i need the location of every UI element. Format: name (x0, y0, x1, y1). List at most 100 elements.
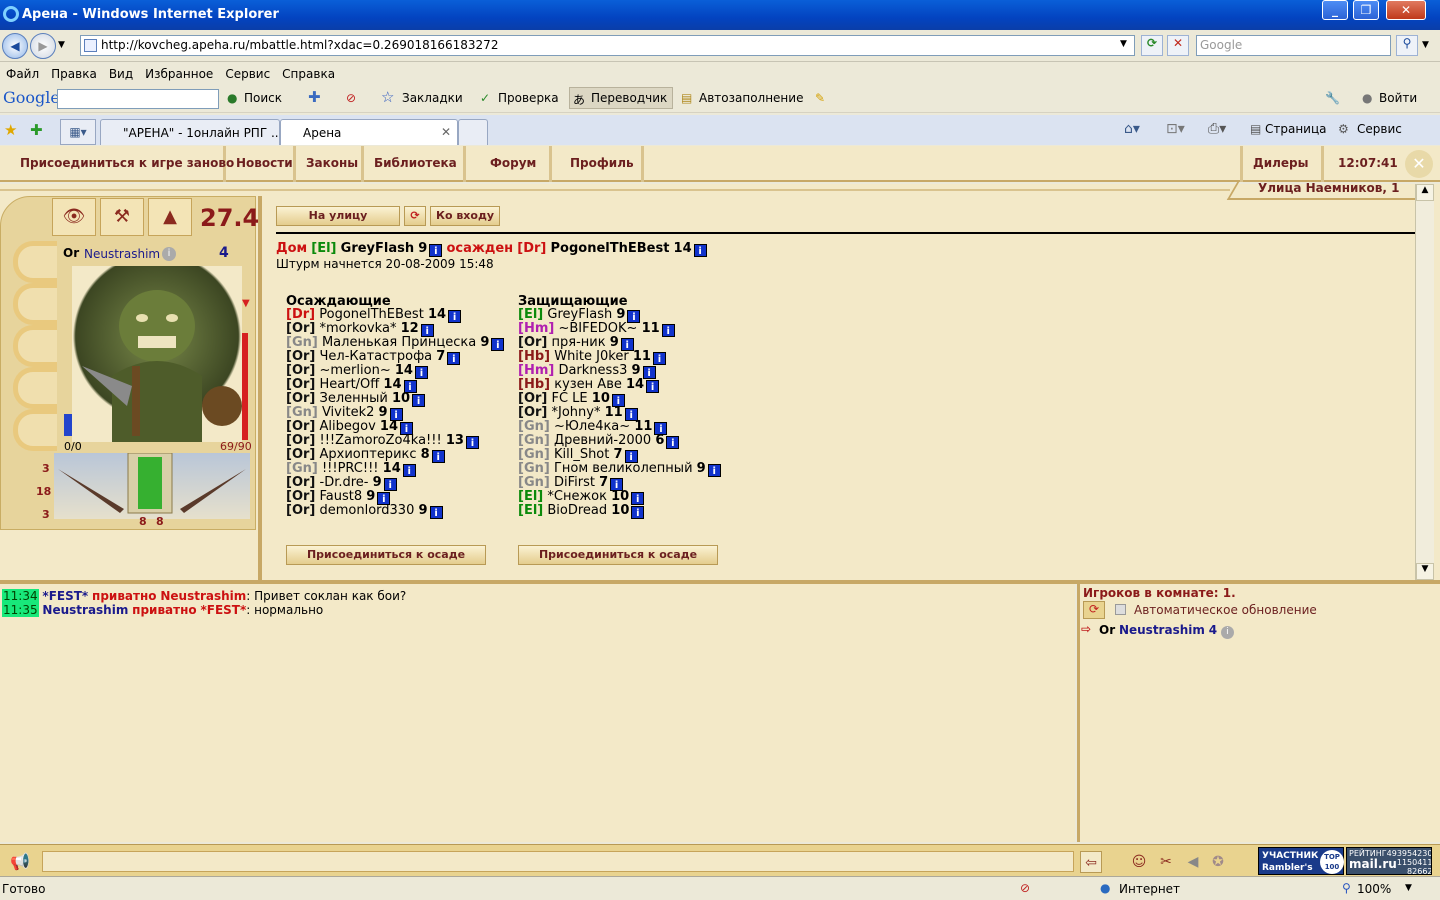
slot-ring[interactable] (13, 241, 57, 283)
chat-from[interactable]: *FEST* (42, 589, 88, 603)
menu-favorites[interactable]: Избранное (139, 63, 219, 81)
join-attack-button[interactable]: Присоединиться к осаде (286, 545, 486, 565)
google-search-input[interactable] (57, 89, 219, 109)
wrench-icon[interactable]: 🔧 (1325, 91, 1340, 105)
player-name[interactable]: Древний-2000 (554, 433, 651, 448)
main-scrollbar[interactable]: ▲ ▼ (1415, 184, 1434, 580)
info-icon[interactable]: i (431, 450, 445, 463)
menu-help[interactable]: Справка (276, 63, 341, 81)
player-name[interactable]: *Снежок (547, 489, 607, 504)
player-name[interactable]: Чел-Катастрофа (320, 349, 433, 364)
print-icon[interactable]: ⎙▾ (1208, 121, 1226, 137)
player-name[interactable]: demonlord330 (320, 503, 415, 518)
player-name[interactable]: -Dr.dre- (320, 475, 369, 490)
info-icon[interactable]: i (465, 436, 479, 449)
info-icon[interactable]: i (429, 244, 443, 257)
info-icon[interactable]: i (491, 338, 505, 351)
info-icon[interactable]: i (631, 506, 645, 519)
minimize-button[interactable]: _ (1322, 0, 1348, 20)
info-icon[interactable]: i (707, 464, 721, 477)
chat-to[interactable]: Neustrashim (160, 589, 246, 603)
history-dropdown-icon[interactable]: ▼ (58, 40, 65, 50)
rambler-badge[interactable]: УЧАСТНИК Rambler's TOP 100 (1258, 847, 1344, 875)
send-arrow-icon[interactable]: ⇦ (1080, 851, 1102, 873)
room-player-info-icon[interactable]: i (1220, 626, 1234, 639)
player-name[interactable]: Архиоптерикс (320, 447, 417, 462)
zoom-icon[interactable]: ⚲ (1342, 881, 1351, 895)
attacker-name[interactable]: PogonelThEBest (551, 241, 670, 256)
privacy-icon[interactable]: ⊘ (1020, 881, 1030, 895)
player-name[interactable]: White J0ker (554, 349, 628, 364)
url-dropdown-icon[interactable]: ▼ (1120, 39, 1127, 49)
nav-laws[interactable]: Законы (296, 146, 364, 182)
player-name[interactable]: ~Юле4ка~ (554, 419, 630, 434)
player-name[interactable]: Гном великолепный (554, 461, 693, 476)
player-name[interactable]: Alibegov (320, 419, 376, 434)
info-icon[interactable]: i (661, 324, 675, 337)
tab-arena[interactable]: Арена ✕ (280, 119, 458, 145)
bookmarks-button[interactable]: Закладки (402, 91, 463, 105)
close-button[interactable]: ✕ (1386, 0, 1426, 20)
forward-button[interactable]: ▶ (30, 33, 56, 59)
character-name[interactable]: Neustrashim (84, 247, 160, 261)
zoom-dropdown-icon[interactable]: ▼ (1405, 883, 1412, 893)
slot-ring[interactable] (13, 325, 57, 367)
info-icon[interactable]: i (666, 436, 680, 449)
info-icon[interactable]: i (414, 366, 428, 379)
info-icon[interactable]: i (402, 464, 416, 477)
add-favorite-icon[interactable]: ✚ (30, 121, 43, 139)
back-button[interactable]: ◀ (2, 33, 28, 59)
nav-dealers[interactable]: Дилеры (1240, 146, 1324, 182)
slot-ring[interactable] (13, 409, 57, 451)
nav-profile[interactable]: Профиль (552, 146, 644, 182)
new-tab-button[interactable] (458, 119, 488, 145)
player-name[interactable]: ~BIFEDOK~ (558, 321, 637, 336)
zoom-level[interactable]: 100% (1357, 882, 1391, 896)
player-name[interactable]: Heart/Off (320, 377, 380, 392)
slot-ring[interactable] (13, 367, 57, 409)
menu-tools[interactable]: Сервис (219, 63, 276, 81)
check-button[interactable]: Проверка (498, 91, 559, 105)
home-icon[interactable]: ⌂▾ (1124, 121, 1140, 137)
player-name[interactable]: Зеленный (320, 391, 388, 406)
player-name[interactable]: BioDread (547, 503, 607, 518)
player-name[interactable]: Vivitek2 (322, 405, 374, 420)
chat-to[interactable]: *FEST* (200, 603, 246, 617)
nav-rejoin[interactable]: Присоединиться к игре заново (10, 146, 234, 182)
scroll-down-icon[interactable]: ▼ (1416, 563, 1434, 580)
service-menu-button[interactable]: Сервис (1357, 122, 1402, 136)
player-name[interactable]: PogonelThEBest (319, 307, 424, 322)
maximize-button[interactable]: ❐ (1353, 0, 1379, 20)
tools-icon[interactable]: ⚒ (100, 198, 144, 236)
favorites-star-icon[interactable]: ★ (4, 121, 17, 139)
pentagram-icon[interactable]: ✪ (1207, 851, 1229, 873)
exit-game-icon[interactable]: ✕ (1405, 150, 1433, 178)
slot-ring[interactable] (13, 283, 57, 325)
google-search-button[interactable]: Поиск (244, 91, 282, 105)
refresh-icon[interactable]: ⟳ (1083, 601, 1105, 619)
autofill-button[interactable]: Автозаполнение (699, 91, 803, 105)
tab-arena-rpg[interactable]: "АРЕНА" - 1онлайн РПГ ... (100, 119, 280, 145)
plus-icon[interactable]: ✚ (308, 88, 321, 106)
chat-input[interactable] (42, 851, 1074, 872)
popup-blocker-icon[interactable]: ⊘ (346, 91, 356, 105)
player-name[interactable]: GreyFlash (547, 307, 612, 322)
search-icon[interactable]: ⚲ (1396, 35, 1418, 56)
auto-update-checkbox[interactable] (1115, 604, 1126, 615)
wizard-icon[interactable]: ▲ (148, 198, 192, 236)
scroll-up-icon[interactable]: ▲ (1416, 184, 1434, 201)
owner-name[interactable]: GreyFlash (341, 241, 414, 256)
player-name[interactable]: Маленькая Принцеска (322, 335, 476, 350)
scissors-icon[interactable]: ✂ (1155, 851, 1177, 873)
menu-view[interactable]: Вид (103, 63, 139, 81)
tab-close-icon[interactable]: ✕ (441, 125, 451, 139)
quick-tabs-icon[interactable]: ▦▾ (60, 119, 96, 145)
info-icon[interactable]: i (447, 352, 461, 365)
signin-button[interactable]: Войти (1379, 91, 1417, 105)
nav-forum[interactable]: Форум (466, 146, 552, 182)
player-name[interactable]: кузен Аве (554, 377, 622, 392)
refresh-icon[interactable]: ⟳ (404, 206, 426, 226)
player-name[interactable]: *Johny* (552, 405, 601, 420)
to-street-button[interactable]: На улицу (276, 206, 400, 226)
info-icon[interactable]: i (646, 380, 660, 393)
